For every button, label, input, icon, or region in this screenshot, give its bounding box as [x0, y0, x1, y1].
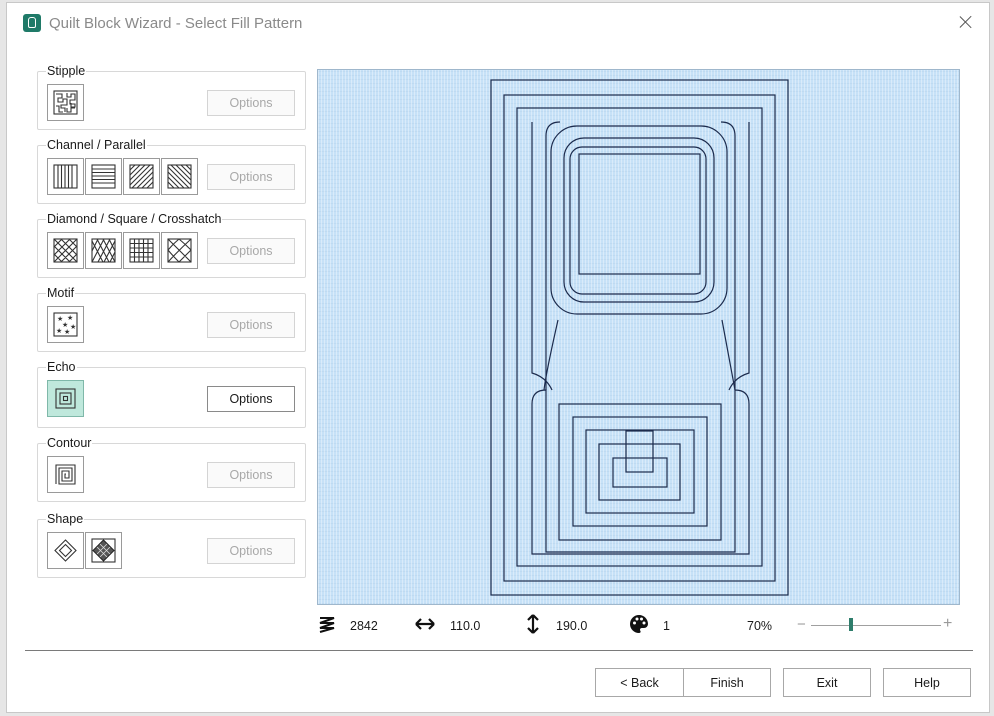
motif-options-button[interactable]: Options — [207, 312, 295, 338]
group-label-echo: Echo — [46, 360, 77, 374]
diamond-crosshatch-icon[interactable] — [47, 232, 84, 269]
back-button[interactable]: < Back — [595, 668, 684, 697]
app-icon — [23, 14, 41, 32]
vertical-lines-icon[interactable] — [47, 158, 84, 195]
diamond-options-button[interactable]: Options — [207, 238, 295, 264]
horizontal-arrow-icon — [415, 618, 435, 630]
svg-text:★: ★ — [70, 323, 76, 331]
finish-button[interactable]: Finish — [683, 668, 771, 697]
status-bar: 2842 110.0 190.0 1 70% − + — [317, 611, 962, 637]
zoom-out-icon[interactable]: − — [797, 616, 806, 633]
vertical-arrow-icon — [527, 614, 539, 634]
diagonal-lines-reverse-icon[interactable] — [161, 158, 198, 195]
group-channel-parallel: Channel / Parallel Options — [37, 138, 306, 204]
contour-options-button[interactable]: Options — [207, 462, 295, 488]
channel-options-button[interactable]: Options — [207, 164, 295, 190]
zoom-in-icon[interactable]: + — [943, 615, 952, 633]
curved-diamond-icon[interactable] — [161, 232, 198, 269]
group-echo: Echo Options — [37, 360, 306, 428]
zigzag-stitch-icon — [319, 617, 335, 633]
group-shape: Shape Options — [37, 512, 306, 578]
group-label-channel: Channel / Parallel — [46, 138, 147, 152]
window-title: Quilt Block Wizard - Select Fill Pattern — [49, 15, 303, 32]
diamond-shape-icon[interactable] — [47, 532, 84, 569]
quilt-block-wizard-dialog: Quilt Block Wizard - Select Fill Pattern… — [6, 2, 990, 713]
group-contour: Contour Options — [37, 436, 306, 502]
width-value: 110.0 — [450, 619, 481, 633]
close-icon[interactable] — [957, 13, 975, 31]
zoom-slider-thumb[interactable] — [849, 618, 853, 631]
stitch-count: 2842 — [350, 619, 378, 633]
height-value: 190.0 — [556, 619, 588, 633]
group-stipple: Stipple Options — [37, 64, 306, 130]
svg-text:★: ★ — [64, 328, 70, 336]
pattern-preview — [317, 69, 960, 605]
color-count: 1 — [663, 619, 670, 633]
shape-options-button[interactable]: Options — [207, 538, 295, 564]
palette-icon — [630, 615, 648, 633]
footer-divider — [25, 650, 973, 651]
group-label-motif: Motif — [46, 286, 76, 300]
group-label-diamond: Diamond / Square / Crosshatch — [46, 212, 223, 226]
group-label-stipple: Stipple — [46, 64, 87, 78]
narrow-diamond-icon[interactable] — [85, 232, 122, 269]
svg-text:★: ★ — [56, 327, 62, 335]
echo-options-button[interactable]: Options — [207, 386, 295, 412]
group-label-contour: Contour — [46, 436, 93, 450]
stipple-pattern-icon[interactable] — [47, 84, 84, 121]
square-grid-icon[interactable] — [123, 232, 160, 269]
filled-diamond-icon[interactable] — [85, 532, 122, 569]
group-diamond-square-crosshatch: Diamond / Square / Crosshatch Options — [37, 212, 306, 278]
star-motif-icon[interactable]: ★ ★ ★ ★ ★ ★ — [47, 306, 84, 343]
contour-spiral-icon[interactable] — [47, 456, 84, 493]
group-label-shape: Shape — [46, 512, 85, 526]
zoom-slider-track[interactable] — [811, 625, 941, 626]
diagonal-lines-icon[interactable] — [123, 158, 160, 195]
echo-squares-icon[interactable] — [47, 380, 84, 417]
zoom-level-label: 70% — [747, 619, 773, 633]
title-bar: Quilt Block Wizard - Select Fill Pattern — [7, 3, 989, 43]
help-button[interactable]: Help — [883, 668, 971, 697]
stipple-options-button[interactable]: Options — [207, 90, 295, 116]
horizontal-lines-icon[interactable] — [85, 158, 122, 195]
echo-stitch-preview — [490, 79, 789, 596]
exit-button[interactable]: Exit — [783, 668, 871, 697]
group-motif: Motif ★ ★ ★ ★ ★ ★ Options — [37, 286, 306, 352]
